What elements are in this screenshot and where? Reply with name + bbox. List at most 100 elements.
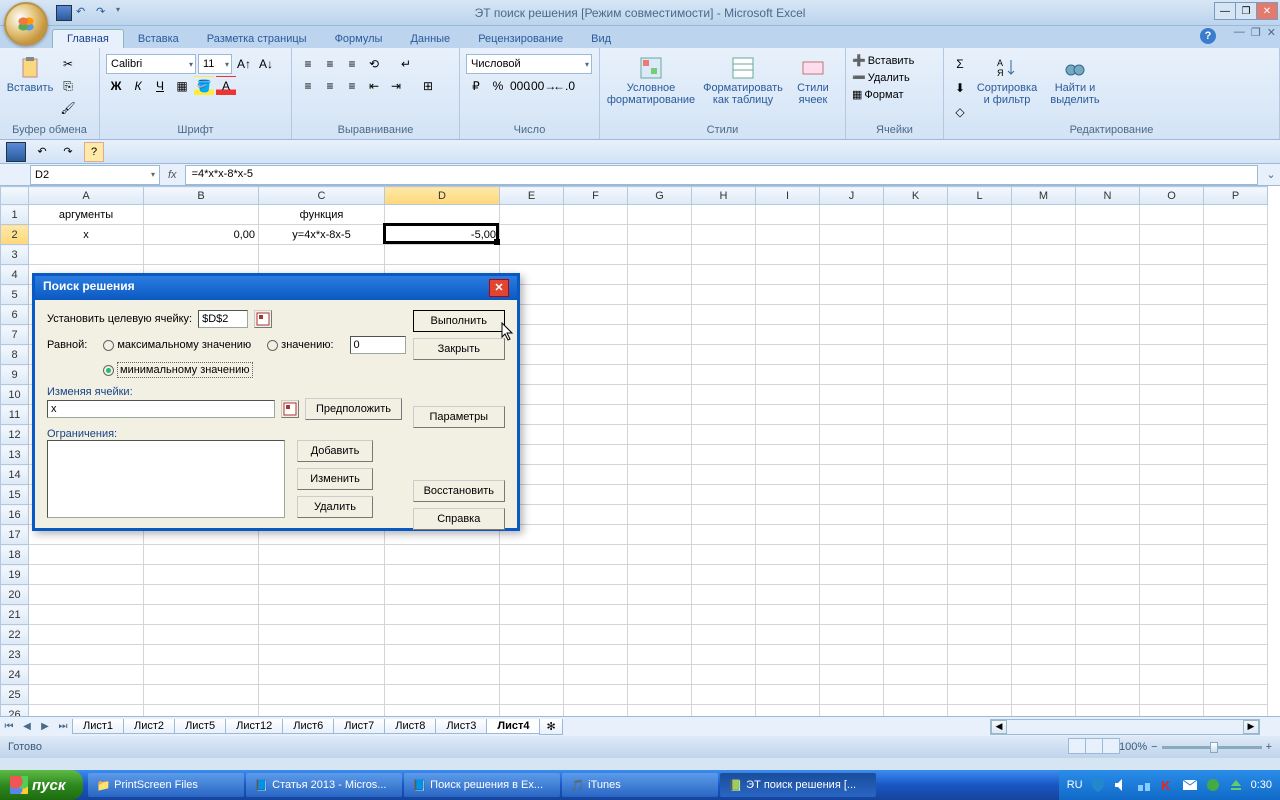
cell[interactable]	[820, 205, 884, 225]
cell[interactable]	[1204, 685, 1268, 705]
cell[interactable]	[820, 525, 884, 545]
insert-cells-button[interactable]: ➕Вставить	[852, 54, 914, 67]
changing-ref-button[interactable]	[281, 400, 299, 418]
font-name-combo[interactable]: Calibri	[106, 54, 196, 74]
cell[interactable]	[820, 245, 884, 265]
cell[interactable]	[628, 265, 692, 285]
cell[interactable]	[1140, 585, 1204, 605]
row-header[interactable]: 5	[1, 285, 29, 305]
cell[interactable]	[1140, 405, 1204, 425]
cell[interactable]	[820, 645, 884, 665]
tab-view[interactable]: Вид	[577, 30, 625, 48]
close-dialog-button[interactable]: Закрыть	[413, 338, 505, 360]
cell[interactable]	[29, 585, 144, 605]
cell[interactable]	[756, 225, 820, 245]
undo-icon[interactable]: ↶	[76, 5, 92, 21]
cell[interactable]	[820, 605, 884, 625]
row-header[interactable]: 24	[1, 665, 29, 685]
cell[interactable]	[884, 605, 948, 625]
cell[interactable]	[1012, 665, 1076, 685]
cell[interactable]	[564, 425, 628, 445]
zoom-in-button[interactable]: +	[1266, 741, 1272, 753]
cell[interactable]	[564, 505, 628, 525]
cell[interactable]	[820, 445, 884, 465]
cell[interactable]	[692, 605, 756, 625]
cell[interactable]	[692, 385, 756, 405]
sheet-tab[interactable]: Лист7	[333, 719, 385, 734]
cell[interactable]	[884, 685, 948, 705]
row-header[interactable]: 15	[1, 485, 29, 505]
qat2-save-icon[interactable]	[6, 142, 26, 162]
cell[interactable]	[1204, 505, 1268, 525]
cell[interactable]	[692, 645, 756, 665]
cell[interactable]	[628, 325, 692, 345]
shrink-font-icon[interactable]: A↓	[256, 54, 276, 74]
cell[interactable]	[884, 205, 948, 225]
cell[interactable]	[948, 265, 1012, 285]
cell[interactable]: аргументы	[29, 205, 144, 225]
cell[interactable]	[884, 325, 948, 345]
radio-min[interactable]: минимальному значению	[103, 362, 253, 378]
fx-icon[interactable]: fx	[168, 169, 177, 181]
cell[interactable]	[628, 225, 692, 245]
minimize-button[interactable]: —	[1214, 2, 1236, 20]
cell[interactable]	[29, 665, 144, 685]
cell[interactable]	[1204, 225, 1268, 245]
formula-expand-icon[interactable]: ⌄	[1262, 168, 1280, 181]
cell[interactable]	[385, 565, 500, 585]
cell[interactable]	[29, 645, 144, 665]
cell[interactable]	[1012, 265, 1076, 285]
cell[interactable]	[1204, 525, 1268, 545]
cell[interactable]	[884, 245, 948, 265]
cell[interactable]	[1076, 365, 1140, 385]
cell[interactable]	[144, 625, 259, 645]
cell[interactable]	[628, 665, 692, 685]
cell[interactable]	[628, 485, 692, 505]
cell[interactable]	[1076, 645, 1140, 665]
cell[interactable]	[564, 625, 628, 645]
redo-icon[interactable]: ↷	[96, 5, 112, 21]
cell[interactable]	[144, 545, 259, 565]
font-size-combo[interactable]: 11	[198, 54, 232, 74]
cell[interactable]	[1140, 445, 1204, 465]
cell[interactable]	[756, 545, 820, 565]
merge-icon[interactable]: ⊞	[408, 76, 448, 96]
taskbar-item[interactable]: 📘Статья 2013 - Micros...	[246, 773, 402, 797]
cell[interactable]	[756, 345, 820, 365]
cell[interactable]	[564, 585, 628, 605]
cell[interactable]	[564, 345, 628, 365]
zoom-level[interactable]: 100%	[1119, 741, 1147, 753]
cell[interactable]	[948, 545, 1012, 565]
cell[interactable]	[820, 365, 884, 385]
cell[interactable]	[692, 405, 756, 425]
cell[interactable]	[628, 245, 692, 265]
indent-dec-icon[interactable]: ⇤	[364, 76, 384, 96]
parameters-button[interactable]: Параметры	[413, 406, 505, 428]
cell[interactable]	[1076, 305, 1140, 325]
guess-button[interactable]: Предположить	[305, 398, 402, 420]
change-constraint-button[interactable]: Изменить	[297, 468, 373, 490]
cell[interactable]	[1076, 345, 1140, 365]
cell[interactable]	[500, 545, 564, 565]
cell[interactable]	[692, 425, 756, 445]
cell[interactable]	[628, 545, 692, 565]
cell[interactable]	[1140, 365, 1204, 385]
row-header[interactable]: 19	[1, 565, 29, 585]
cell[interactable]	[564, 545, 628, 565]
cell[interactable]	[564, 665, 628, 685]
cell[interactable]	[385, 665, 500, 685]
col-header[interactable]: B	[144, 187, 259, 205]
cell[interactable]	[948, 565, 1012, 585]
cell[interactable]	[692, 565, 756, 585]
cell[interactable]	[756, 645, 820, 665]
value-input[interactable]	[350, 336, 406, 354]
cell[interactable]	[1140, 265, 1204, 285]
cell[interactable]	[259, 545, 385, 565]
cell[interactable]	[692, 265, 756, 285]
col-header[interactable]: N	[1076, 187, 1140, 205]
tray-generic-icon[interactable]	[1205, 777, 1221, 793]
cell[interactable]	[948, 665, 1012, 685]
align-top-icon[interactable]: ≡	[298, 54, 318, 74]
scroll-right-icon[interactable]: ▶	[1243, 720, 1259, 734]
cell[interactable]	[385, 245, 500, 265]
